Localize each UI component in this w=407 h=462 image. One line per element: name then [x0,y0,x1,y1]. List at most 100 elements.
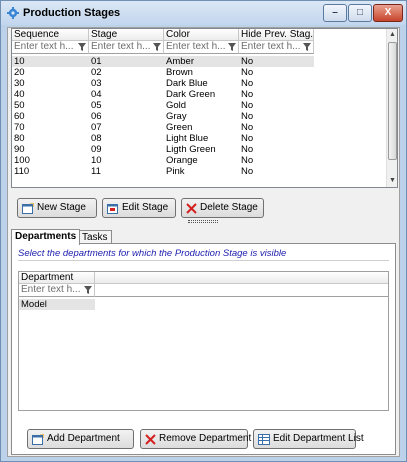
new-stage-button[interactable]: New Stage [17,198,97,218]
scroll-up-icon[interactable]: ▲ [387,29,397,41]
table-row[interactable]: 90 09 Ligth Green No [12,144,314,155]
cell-hide-prev-stage: No [241,78,254,89]
cell-hide-prev-stage: No [241,144,254,155]
cell-stage: 01 [91,56,102,67]
cell-color: Amber [166,56,194,67]
cell-sequence: 40 [14,89,25,100]
cell-hide-prev-stage: No [241,166,254,177]
remove-department-button[interactable]: Remove Department [140,429,251,449]
column-header-hide-prev-stage[interactable]: Hide Prev. Stag... [239,29,314,41]
filter-placeholder: Enter text h... [241,41,301,52]
table-row[interactable]: 100 10 Orange No [12,155,314,166]
departments-grid[interactable]: Department Enter text h... Model [18,271,389,411]
close-button[interactable]: X [373,4,403,22]
cell-stage: 06 [91,111,102,122]
close-icon: X [384,7,392,18]
table-row[interactable]: 110 11 Pink No [12,166,314,177]
table-row[interactable]: 20 02 Brown No [12,67,314,78]
edit-stage-button[interactable]: Edit Stage [102,198,176,218]
title-bar[interactable]: Production Stages – □ X [1,1,406,25]
grid-list-icon [258,433,270,445]
cell-stage: 04 [91,89,102,100]
production-stages-window: Production Stages – □ X Sequence Stage C… [0,0,407,462]
column-header-department[interactable]: Department [19,272,95,284]
window-title: Production Stages [23,7,121,19]
minimize-button[interactable]: – [323,4,347,22]
filter-placeholder: Enter text h... [91,41,151,52]
table-row[interactable]: 50 05 Gold No [12,100,314,111]
table-row[interactable]: 60 06 Gray No [12,111,314,122]
cell-color: Dark Blue [166,78,208,89]
cell-sequence: 20 [14,67,25,78]
table-row[interactable]: 10 01 Amber No [12,56,314,67]
cell-sequence: 110 [14,166,30,177]
cell-sequence: 90 [14,144,25,155]
dialog-body: Sequence Stage Color Hide Prev. Stag... … [7,27,400,457]
cell-hide-prev-stage: No [241,89,254,100]
edit-department-list-button[interactable]: Edit Department List [253,429,364,449]
filter-empty [95,284,388,297]
scroll-down-icon[interactable]: ▼ [387,175,397,187]
column-header-sequence[interactable]: Sequence [12,29,89,41]
filter-hide-prev-stage[interactable]: Enter text h... [239,41,314,54]
cell-color: Light Blue [166,133,209,144]
maximize-button[interactable]: □ [348,4,372,22]
cell-stage: 10 [91,155,102,166]
cell-sequence: 50 [14,100,25,111]
cell-stage: 07 [91,122,102,133]
red-x-icon [145,433,156,445]
cell-color: Pink [166,166,185,177]
cell-hide-prev-stage: No [241,155,254,166]
filter-sequence[interactable]: Enter text h... [12,41,89,54]
cell-sequence: 60 [14,111,25,122]
filter-placeholder: Enter text h... [21,284,81,295]
funnel-icon[interactable] [303,43,311,51]
scrollbar-thumb[interactable] [388,42,397,160]
table-row[interactable]: 30 03 Dark Blue No [12,78,314,89]
cell-color: Ligth Green [166,144,216,155]
cell-color: Gray [166,111,187,122]
funnel-icon[interactable] [153,43,161,51]
minimize-icon: – [332,7,338,18]
delete-stage-button[interactable]: Delete Stage [181,198,264,218]
stages-grid[interactable]: Sequence Stage Color Hide Prev. Stag... … [11,28,398,188]
funnel-icon[interactable] [84,286,92,294]
maximize-icon: □ [356,7,364,18]
column-header-stage[interactable]: Stage [89,29,164,41]
cell-color: Dark Green [166,89,216,100]
new-document-icon [22,202,34,214]
table-row[interactable]: 70 07 Green No [12,122,314,133]
table-row[interactable]: Model [19,299,95,310]
filter-department[interactable]: Enter text h... [19,284,95,297]
filter-stage[interactable]: Enter text h... [89,41,164,54]
cell-color: Orange [166,155,198,166]
cell-stage: 03 [91,78,102,89]
departments-panel: Select the departments for which the Pro… [11,243,396,455]
cell-hide-prev-stage: No [241,67,254,78]
new-document-icon [32,433,44,445]
cell-stage: 09 [91,144,102,155]
column-header-empty [95,272,388,284]
tab-departments[interactable]: Departments [11,229,81,245]
cell-sequence: 30 [14,78,25,89]
table-row[interactable]: 80 08 Light Blue No [12,133,314,144]
funnel-icon[interactable] [78,43,86,51]
panel-splitter[interactable] [188,220,218,223]
cell-hide-prev-stage: No [241,100,254,111]
gear-icon [7,7,19,19]
cell-sequence: 10 [14,56,25,67]
funnel-icon[interactable] [228,43,236,51]
cell-hide-prev-stage: No [241,56,254,67]
cell-hide-prev-stage: No [241,133,254,144]
filter-placeholder: Enter text h... [166,41,226,52]
filter-color[interactable]: Enter text h... [164,41,239,54]
cell-color: Brown [166,67,193,78]
add-department-button[interactable]: Add Department [27,429,134,449]
table-row[interactable]: 40 04 Dark Green No [12,89,314,100]
filter-placeholder: Enter text h... [14,41,74,52]
stages-vertical-scrollbar[interactable]: ▲ ▼ [386,29,397,187]
cell-sequence: 70 [14,122,25,133]
column-header-color[interactable]: Color [164,29,239,41]
cell-stage: 02 [91,67,102,78]
edit-window-icon [107,203,118,214]
